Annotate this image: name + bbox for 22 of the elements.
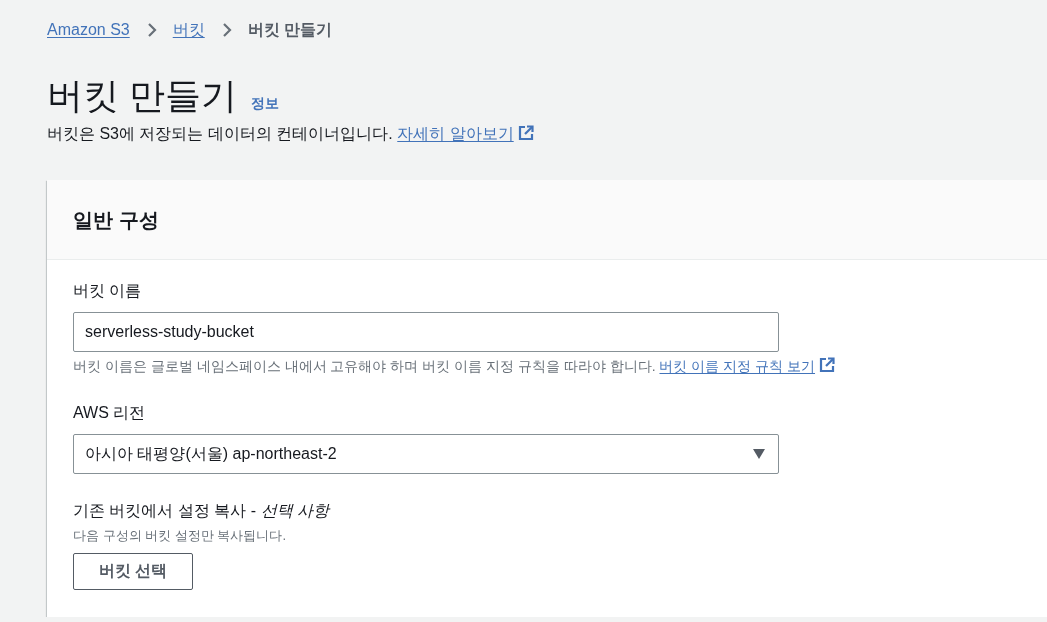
external-link-icon	[819, 357, 836, 373]
panel-title: 일반 구성	[73, 207, 159, 233]
external-link-icon	[517, 125, 534, 141]
page-description: 버킷은 S3에 저장되는 데이터의 컨테이너입니다. 자세히 알아보기	[47, 122, 1047, 146]
naming-rules-link[interactable]: 버킷 이름 지정 규칙 보기	[659, 358, 836, 374]
breadcrumb-link[interactable]: Amazon S3	[47, 21, 130, 39]
field-hint: 다음 구성의 버킷 설정만 복사됩니다.	[73, 527, 287, 545]
choose-bucket-button[interactable]: 버킷 선택	[73, 553, 194, 590]
info-link[interactable]: 정보	[251, 95, 279, 113]
field-label: 기존 버킷에서 설정 복사 - 선택 사항	[73, 501, 329, 521]
learn-more-link[interactable]: 자세히 알아보기	[397, 125, 534, 142]
bucket-name-input[interactable]: serverless-study-bucket	[73, 312, 779, 352]
field-label: 버킷 이름	[73, 281, 142, 301]
breadcrumb-link[interactable]: 버킷	[172, 19, 205, 41]
breadcrumb-current: 버킷 만들기	[247, 19, 333, 40]
field-hint: 버킷 이름은 글로벌 네임스페이스 내에서 고유해야 하며 버킷 이름 지정 규칙을 따라야 합니다. 버킷 이름 지정 규칙 보기	[73, 356, 836, 376]
page-title: 버킷 만들기	[47, 74, 237, 118]
region-dropdown[interactable]: 아시아 태평양(서울) ap-northeast-2	[73, 434, 779, 474]
caret-down-icon	[753, 449, 765, 459]
field-label: AWS 리전	[73, 403, 146, 423]
chevron-right-icon	[221, 22, 232, 38]
chevron-right-icon	[146, 22, 157, 38]
